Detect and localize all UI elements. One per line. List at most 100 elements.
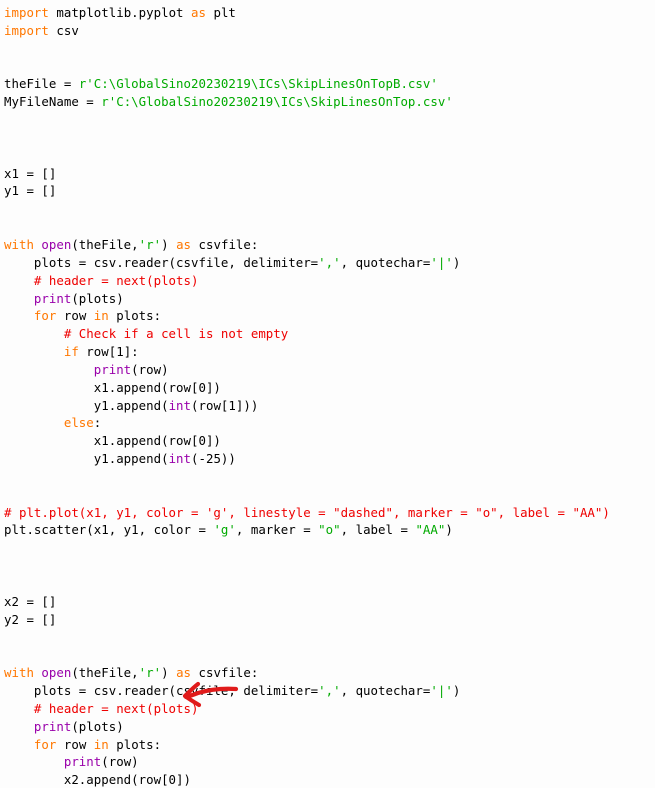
code-token: theFile = [4, 76, 79, 92]
code-token: open [41, 665, 72, 681]
code-line: # header = next(plots) [4, 272, 655, 290]
code-line: x1 = [] [4, 165, 655, 183]
code-token: ) [452, 254, 461, 270]
code-token: csvfile: [191, 236, 259, 252]
code-token: (plots) [71, 290, 124, 306]
code-token: (theFile, [71, 236, 139, 252]
code-token: row[1]: [78, 344, 139, 360]
code-token: ',' [318, 683, 341, 699]
code-line: theFile = r'C:\GlobalSino20230219\ICs\Sk… [4, 75, 655, 93]
code-token: plots: [108, 736, 162, 752]
code-token: for [33, 308, 57, 324]
code-token: row [56, 308, 94, 324]
code-token: y2 = [] [4, 611, 57, 627]
code-token: MyFileName = [4, 94, 102, 110]
code-token: plt.scatter(x1, y1, color = [4, 522, 214, 538]
code-token: , label = [340, 522, 416, 538]
code-token: in [93, 308, 109, 324]
code-token: 'r' [138, 236, 162, 252]
code-line: plots = csv.reader(csvfile, delimiter=',… [4, 254, 655, 272]
code-token: as [176, 665, 192, 681]
code-token: "AA" [415, 522, 446, 538]
code-token: with [4, 236, 34, 252]
code-token: r'C:\GlobalSino20230219\ICs\SkipLinesOnT… [101, 94, 453, 110]
code-token: for [33, 736, 57, 752]
code-line: y1 = [] [4, 182, 655, 200]
code-line: import matplotlib.pyplot as plt [4, 4, 655, 22]
code-line: print(plots) [4, 718, 655, 736]
code-line: MyFileName = r'C:\GlobalSino20230219\ICs… [4, 93, 655, 111]
code-token: : [93, 415, 102, 431]
code-token: x2.append(row[0]) [4, 772, 191, 788]
code-token: 'g' [213, 522, 236, 538]
code-token: (row) [131, 361, 169, 377]
code-token: import [4, 22, 49, 38]
code-token: (-25)) [191, 451, 236, 467]
code-token: (theFile, [71, 665, 139, 681]
code-line: y1.append(int(row[1])) [4, 397, 655, 415]
code-token: ) [161, 236, 177, 252]
code-token: else [63, 415, 94, 431]
code-token: csv [48, 22, 79, 38]
code-token: plots: [108, 308, 162, 324]
code-token: r'C:\GlobalSino20230219\ICs\SkipLinesOnT… [78, 76, 438, 92]
code-token: print [33, 290, 72, 306]
code-token: as [176, 236, 192, 252]
code-line: print(plots) [4, 290, 655, 308]
code-token: '|' [430, 683, 453, 699]
code-line: y1.append(int(-25)) [4, 450, 655, 468]
code-token: (plots) [71, 718, 124, 734]
code-token: import [4, 5, 49, 20]
code-token: (row) [101, 754, 139, 770]
code-line: if row[1]: [4, 343, 655, 361]
code-token: print [63, 754, 102, 770]
code-token: int [168, 451, 192, 467]
code-line: x2.append(row[0]) [4, 771, 655, 788]
code-token: y1 = [] [4, 183, 57, 199]
code-token: , marker = [235, 522, 319, 538]
code-line: # header = next(plots) [4, 700, 655, 718]
code-token: csvfile: [191, 665, 259, 681]
code-token: in [93, 736, 109, 752]
code-token: , quotechar= [340, 683, 431, 699]
code-token: print [33, 718, 72, 734]
code-token: x1.append(row[0]) [4, 379, 221, 395]
code-line: x2 = [] [4, 593, 655, 611]
code-token: if [63, 344, 79, 360]
code-token: open [41, 236, 72, 252]
code-token: # Check if a cell is not empty [4, 326, 289, 342]
code-token: 'r' [138, 665, 162, 681]
code-token: plots = csv.reader(csvfile, delimiter= [4, 254, 319, 270]
code-line: x1.append(row[0]) [4, 379, 655, 397]
code-token: int [168, 397, 192, 413]
code-line: with open(theFile,'r') as csvfile: [4, 236, 655, 254]
code-token: "o" [318, 522, 341, 538]
code-line: import csv [4, 22, 655, 40]
code-token: y1.append( [4, 451, 169, 467]
code-line: # Check if a cell is not empty [4, 325, 655, 343]
code-token: plt [205, 5, 236, 20]
code-token: x2 = [] [4, 593, 57, 609]
code-token: ) [161, 665, 177, 681]
code-token: ',' [318, 254, 341, 270]
code-editor-text[interactable]: import matplotlib.pyplot as plt import cs… [0, 0, 655, 788]
code-token: '|' [430, 254, 453, 270]
code-line: for row in plots: [4, 736, 655, 754]
code-line: # plt.plot(x1, y1, color = 'g', linestyl… [4, 504, 655, 522]
